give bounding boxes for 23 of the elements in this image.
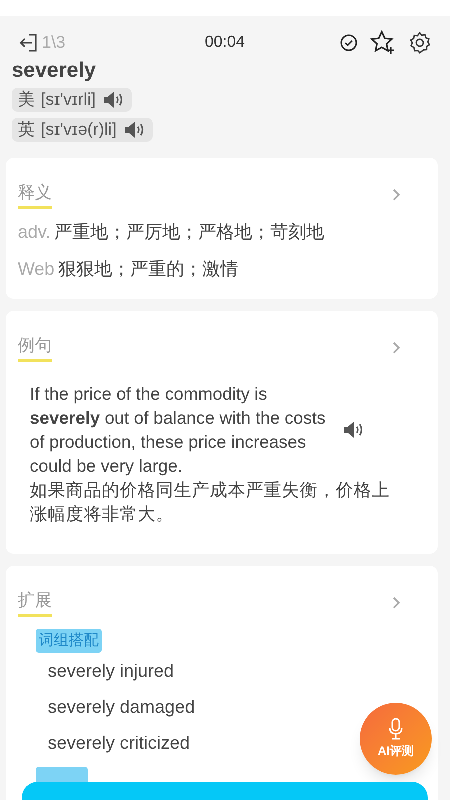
example-translation: 如果商品的价格同生产成本严重失衡，价格上涨幅度将非常大。 — [30, 479, 391, 526]
example-sentence: If the price of the commodity is severely out of balance with the costs of production, these price increases could be very large. — [30, 383, 327, 478]
phrase-text: severely criticized — [48, 732, 190, 755]
phrase-text: severely injured — [48, 660, 174, 683]
phrase-text: severely damaged — [48, 696, 196, 719]
part-of-speech: adv. — [18, 221, 51, 244]
category-tag: 词组搭配 — [36, 629, 102, 653]
headword: severely — [12, 58, 98, 84]
microphone-icon — [389, 718, 403, 740]
star-add-icon[interactable] — [370, 30, 396, 56]
check-circle-icon[interactable] — [340, 34, 358, 52]
exit-icon[interactable] — [18, 33, 40, 53]
section-title: 例句 — [18, 333, 52, 362]
definition-text: 狠狠地；严重的；激情 — [58, 258, 239, 281]
settings-icon[interactable] — [408, 31, 432, 55]
timer: 00:04 — [204, 33, 246, 53]
pronunciation-chip[interactable]: 美 [sɪ'vɪrli] — [12, 88, 132, 112]
section-title: 扩展 — [18, 588, 52, 617]
section-title: 释义 — [18, 180, 52, 209]
pronunciation-chip[interactable]: 英 [sɪ'vɪə(r)li] — [12, 118, 153, 142]
definition-text: 严重地；严厉地；严格地；苛刻地 — [54, 221, 325, 244]
part-of-speech: Web — [18, 258, 55, 281]
word-counter: 1\3 — [42, 32, 66, 54]
